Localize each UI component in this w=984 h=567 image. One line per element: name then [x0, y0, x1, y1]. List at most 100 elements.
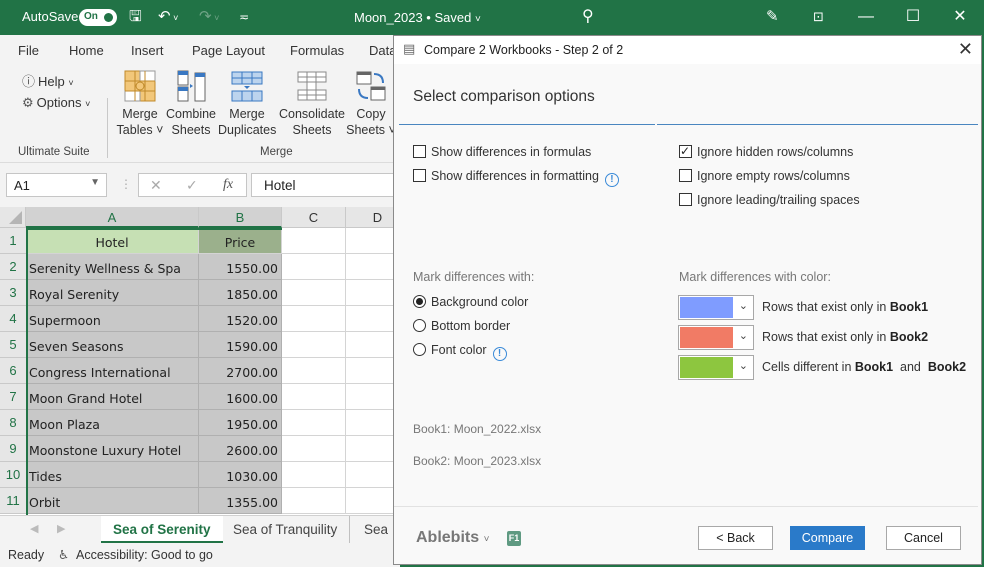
tab-home[interactable]: Home — [69, 43, 104, 58]
undo-icon[interactable]: ↶ ˅ — [158, 8, 178, 27]
cell-a[interactable]: Orbit — [26, 488, 199, 514]
cell-d[interactable] — [346, 228, 400, 254]
cell-b[interactable]: 2700.00 — [199, 358, 282, 384]
cancel-entry-icon[interactable]: ✕ — [150, 177, 162, 194]
option-ignore-empty[interactable]: Ignore empty rows/columns — [679, 168, 850, 184]
radio[interactable] — [413, 343, 426, 356]
search-icon[interactable]: ⚲ — [582, 8, 594, 26]
help-f1-icon[interactable]: F1 — [507, 531, 521, 546]
color-picker-different-cells[interactable]: ⌄ — [678, 355, 754, 380]
cell-c[interactable] — [282, 462, 346, 488]
cell-a[interactable]: Moon Grand Hotel — [26, 384, 199, 410]
options-button[interactable]: ⚙ Options ˅ — [22, 95, 90, 111]
redo-icon[interactable]: ↷ ˅ — [199, 8, 219, 27]
radio-selected[interactable] — [413, 295, 426, 308]
insert-function-icon[interactable]: fx — [223, 177, 233, 193]
cell-c[interactable] — [282, 254, 346, 280]
column-header-c[interactable]: C — [282, 207, 346, 228]
cancel-button[interactable]: Cancel — [886, 526, 961, 550]
cell-a[interactable]: Tides — [26, 462, 199, 488]
cell-d[interactable] — [346, 306, 400, 332]
help-button[interactable]: ⓘ Help ˅ — [22, 71, 74, 90]
customize-qat-icon[interactable]: ≂ — [239, 8, 249, 26]
formula-input[interactable]: Hotel — [251, 173, 400, 197]
compare-button[interactable]: Compare — [790, 526, 865, 550]
copy-sheets-button[interactable]: Copy Sheets ˅ — [346, 70, 396, 138]
ablebits-menu[interactable]: Ablebits ˅ — [416, 529, 489, 547]
cell-d[interactable] — [346, 358, 400, 384]
option-ignore-spaces[interactable]: Ignore leading/trailing spaces — [679, 192, 860, 208]
tab-file[interactable]: File — [18, 43, 39, 58]
cell-c[interactable] — [282, 358, 346, 384]
save-icon[interactable]: 🖫 — [129, 8, 142, 26]
radio-font-color[interactable]: Font color! — [413, 342, 507, 361]
radio-bottom-border[interactable]: Bottom border — [413, 318, 510, 334]
tab-formulas[interactable]: Formulas — [290, 43, 344, 58]
tab-insert[interactable]: Insert — [131, 43, 164, 58]
cell-a[interactable]: Hotel — [26, 228, 199, 254]
cell-d[interactable] — [346, 384, 400, 410]
sheet-tab-sea-of-serenity[interactable]: Sea of Serenity — [101, 516, 223, 543]
accessibility-status[interactable]: Accessibility: Good to go — [76, 548, 213, 562]
cell-d[interactable] — [346, 280, 400, 306]
back-button[interactable]: < Back — [698, 526, 773, 550]
scroll-tabs-left-icon[interactable]: ◀ — [30, 522, 38, 535]
cell-c[interactable] — [282, 332, 346, 358]
row-header[interactable]: 11 — [0, 488, 26, 514]
row-header[interactable]: 2 — [0, 254, 26, 280]
cell-b[interactable]: 1030.00 — [199, 462, 282, 488]
cell-b[interactable]: 1850.00 — [199, 280, 282, 306]
cell-b[interactable]: 1950.00 — [199, 410, 282, 436]
cell-b[interactable]: 1600.00 — [199, 384, 282, 410]
autosave-toggle[interactable]: On — [79, 9, 117, 26]
radio[interactable] — [413, 319, 426, 332]
row-header[interactable]: 1 — [0, 228, 26, 254]
dialog-close-icon[interactable]: ✕ — [958, 39, 973, 60]
row-header[interactable]: 8 — [0, 410, 26, 436]
cell-a[interactable]: Moonstone Luxury Hotel — [26, 436, 199, 462]
cell-c[interactable] — [282, 306, 346, 332]
checkbox[interactable] — [413, 145, 426, 158]
option-ignore-hidden[interactable]: Ignore hidden rows/columns — [679, 143, 853, 160]
cell-d[interactable] — [346, 332, 400, 358]
cell-b[interactable]: 1550.00 — [199, 254, 282, 280]
radio-background-color[interactable]: Background color — [413, 294, 528, 310]
cell-c[interactable] — [282, 228, 346, 254]
cell-c[interactable] — [282, 410, 346, 436]
checkbox[interactable] — [413, 169, 426, 182]
checkbox-checked[interactable] — [679, 143, 692, 159]
scroll-tabs-right-icon[interactable]: ▶ — [57, 522, 65, 535]
checkbox[interactable] — [679, 193, 692, 206]
cell-b[interactable]: Price — [199, 228, 282, 254]
cell-a[interactable]: Supermoon — [26, 306, 199, 332]
row-header[interactable]: 4 — [0, 306, 26, 332]
column-header-a[interactable]: A — [26, 207, 199, 228]
cell-b[interactable]: 2600.00 — [199, 436, 282, 462]
row-header[interactable]: 6 — [0, 358, 26, 384]
color-picker-book1-rows[interactable]: ⌄ — [678, 295, 754, 320]
cell-d[interactable] — [346, 436, 400, 462]
info-icon[interactable]: ! — [604, 173, 619, 187]
merge-duplicates-button[interactable]: Merge Duplicates — [218, 70, 276, 138]
cell-c[interactable] — [282, 436, 346, 462]
consolidate-sheets-button[interactable]: Consolidate Sheets — [278, 70, 346, 138]
worksheet-grid[interactable]: A B C D 1 Hotel Price 2 Serenity Wellness & … — [0, 207, 400, 515]
ribbon-display-icon[interactable]: ⊡ — [813, 8, 824, 26]
maximize-icon[interactable]: ☐ — [902, 6, 924, 28]
row-header[interactable]: 7 — [0, 384, 26, 410]
minimize-icon[interactable]: — — [855, 6, 877, 28]
row-header[interactable]: 9 — [0, 436, 26, 462]
confirm-entry-icon[interactable]: ✓ — [186, 177, 198, 194]
row-header[interactable]: 5 — [0, 332, 26, 358]
tab-page-layout[interactable]: Page Layout — [192, 43, 265, 58]
cell-d[interactable] — [346, 488, 400, 514]
option-formatting[interactable]: Show differences in formatting! — [413, 168, 619, 187]
combine-sheets-button[interactable]: Combine Sheets — [165, 70, 217, 138]
row-header[interactable]: 3 — [0, 280, 26, 306]
color-picker-book2-rows[interactable]: ⌄ — [678, 325, 754, 350]
cell-c[interactable] — [282, 384, 346, 410]
merge-tables-button[interactable]: Merge Tables ˅ — [116, 70, 164, 138]
drag-handle-icon[interactable]: ⋮ — [120, 177, 132, 191]
cell-b[interactable]: 1355.00 — [199, 488, 282, 514]
sheet-tab-sea-of-tranquility[interactable]: Sea of Tranquility — [221, 516, 351, 543]
